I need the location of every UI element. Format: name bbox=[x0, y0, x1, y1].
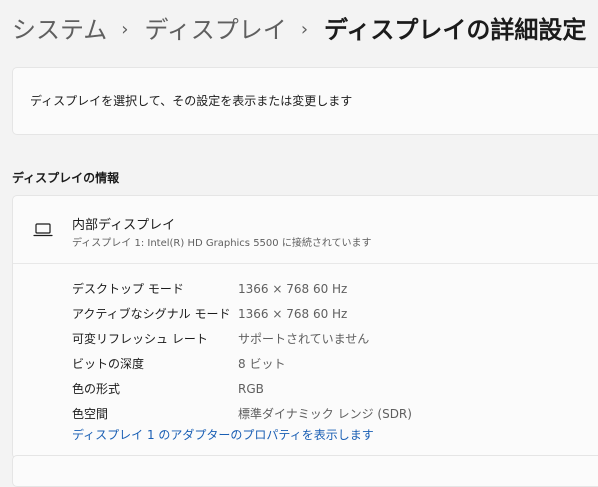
display-connection-info: ディスプレイ 1: Intel(R) HD Graphics 5500 に接続さ… bbox=[72, 238, 372, 249]
section-title-display-info: ディスプレイの情報 bbox=[12, 171, 120, 185]
detail-row-color-space: 色空間 標準ダイナミック レンジ (SDR) bbox=[72, 401, 412, 426]
display-info-header: 内部ディスプレイ ディスプレイ 1: Intel(R) HD Graphics … bbox=[13, 196, 598, 264]
detail-value: 標準ダイナミック レンジ (SDR) bbox=[238, 407, 412, 421]
breadcrumb: システム › ディスプレイ › ディスプレイの詳細設定 bbox=[12, 12, 586, 48]
detail-label: 色空間 bbox=[72, 407, 109, 421]
detail-label: デスクトップ モード bbox=[72, 282, 184, 296]
chevron-right-icon: › bbox=[300, 19, 309, 40]
detail-value: サポートされていません bbox=[238, 332, 370, 346]
detail-row-color-format: 色の形式 RGB bbox=[72, 376, 412, 401]
breadcrumb-item-display[interactable]: ディスプレイ bbox=[144, 12, 286, 48]
detail-row-variable-refresh-rate: 可変リフレッシュ レート サポートされていません bbox=[72, 326, 412, 351]
detail-value: RGB bbox=[238, 381, 264, 396]
detail-label: 可変リフレッシュ レート bbox=[72, 332, 208, 346]
breadcrumb-item-system[interactable]: システム bbox=[12, 12, 107, 48]
adapter-properties-link[interactable]: ディスプレイ 1 のアダプターのプロパティを表示します bbox=[72, 426, 374, 443]
detail-label: ビットの深度 bbox=[72, 357, 145, 371]
select-display-card: ディスプレイを選択して、その設定を表示または変更します bbox=[12, 67, 598, 135]
detail-label: アクティブなシグナル モード bbox=[72, 307, 231, 321]
page-title: ディスプレイの詳細設定 bbox=[324, 16, 587, 44]
detail-row-active-signal-mode: アクティブなシグナル モード 1366 × 768 60 Hz bbox=[72, 301, 412, 326]
next-card bbox=[12, 455, 598, 487]
detail-row-desktop-mode: デスクトップ モード 1366 × 768 60 Hz bbox=[72, 276, 412, 301]
display-details: デスクトップ モード 1366 × 768 60 Hz アクティブなシグナル モ… bbox=[72, 276, 412, 426]
display-info-card: 内部ディスプレイ ディスプレイ 1: Intel(R) HD Graphics … bbox=[12, 195, 598, 459]
detail-value: 1366 × 768 60 Hz bbox=[238, 281, 348, 296]
detail-value: 1366 × 768 60 Hz bbox=[238, 306, 348, 321]
detail-row-bit-depth: ビットの深度 8 ビット bbox=[72, 351, 412, 376]
laptop-icon bbox=[33, 223, 53, 237]
detail-label: 色の形式 bbox=[72, 382, 121, 396]
select-display-text: ディスプレイを選択して、その設定を表示または変更します bbox=[30, 94, 353, 108]
display-name: 内部ディスプレイ bbox=[72, 218, 176, 233]
chevron-right-icon: › bbox=[121, 19, 129, 40]
detail-value: 8 ビット bbox=[238, 357, 286, 371]
